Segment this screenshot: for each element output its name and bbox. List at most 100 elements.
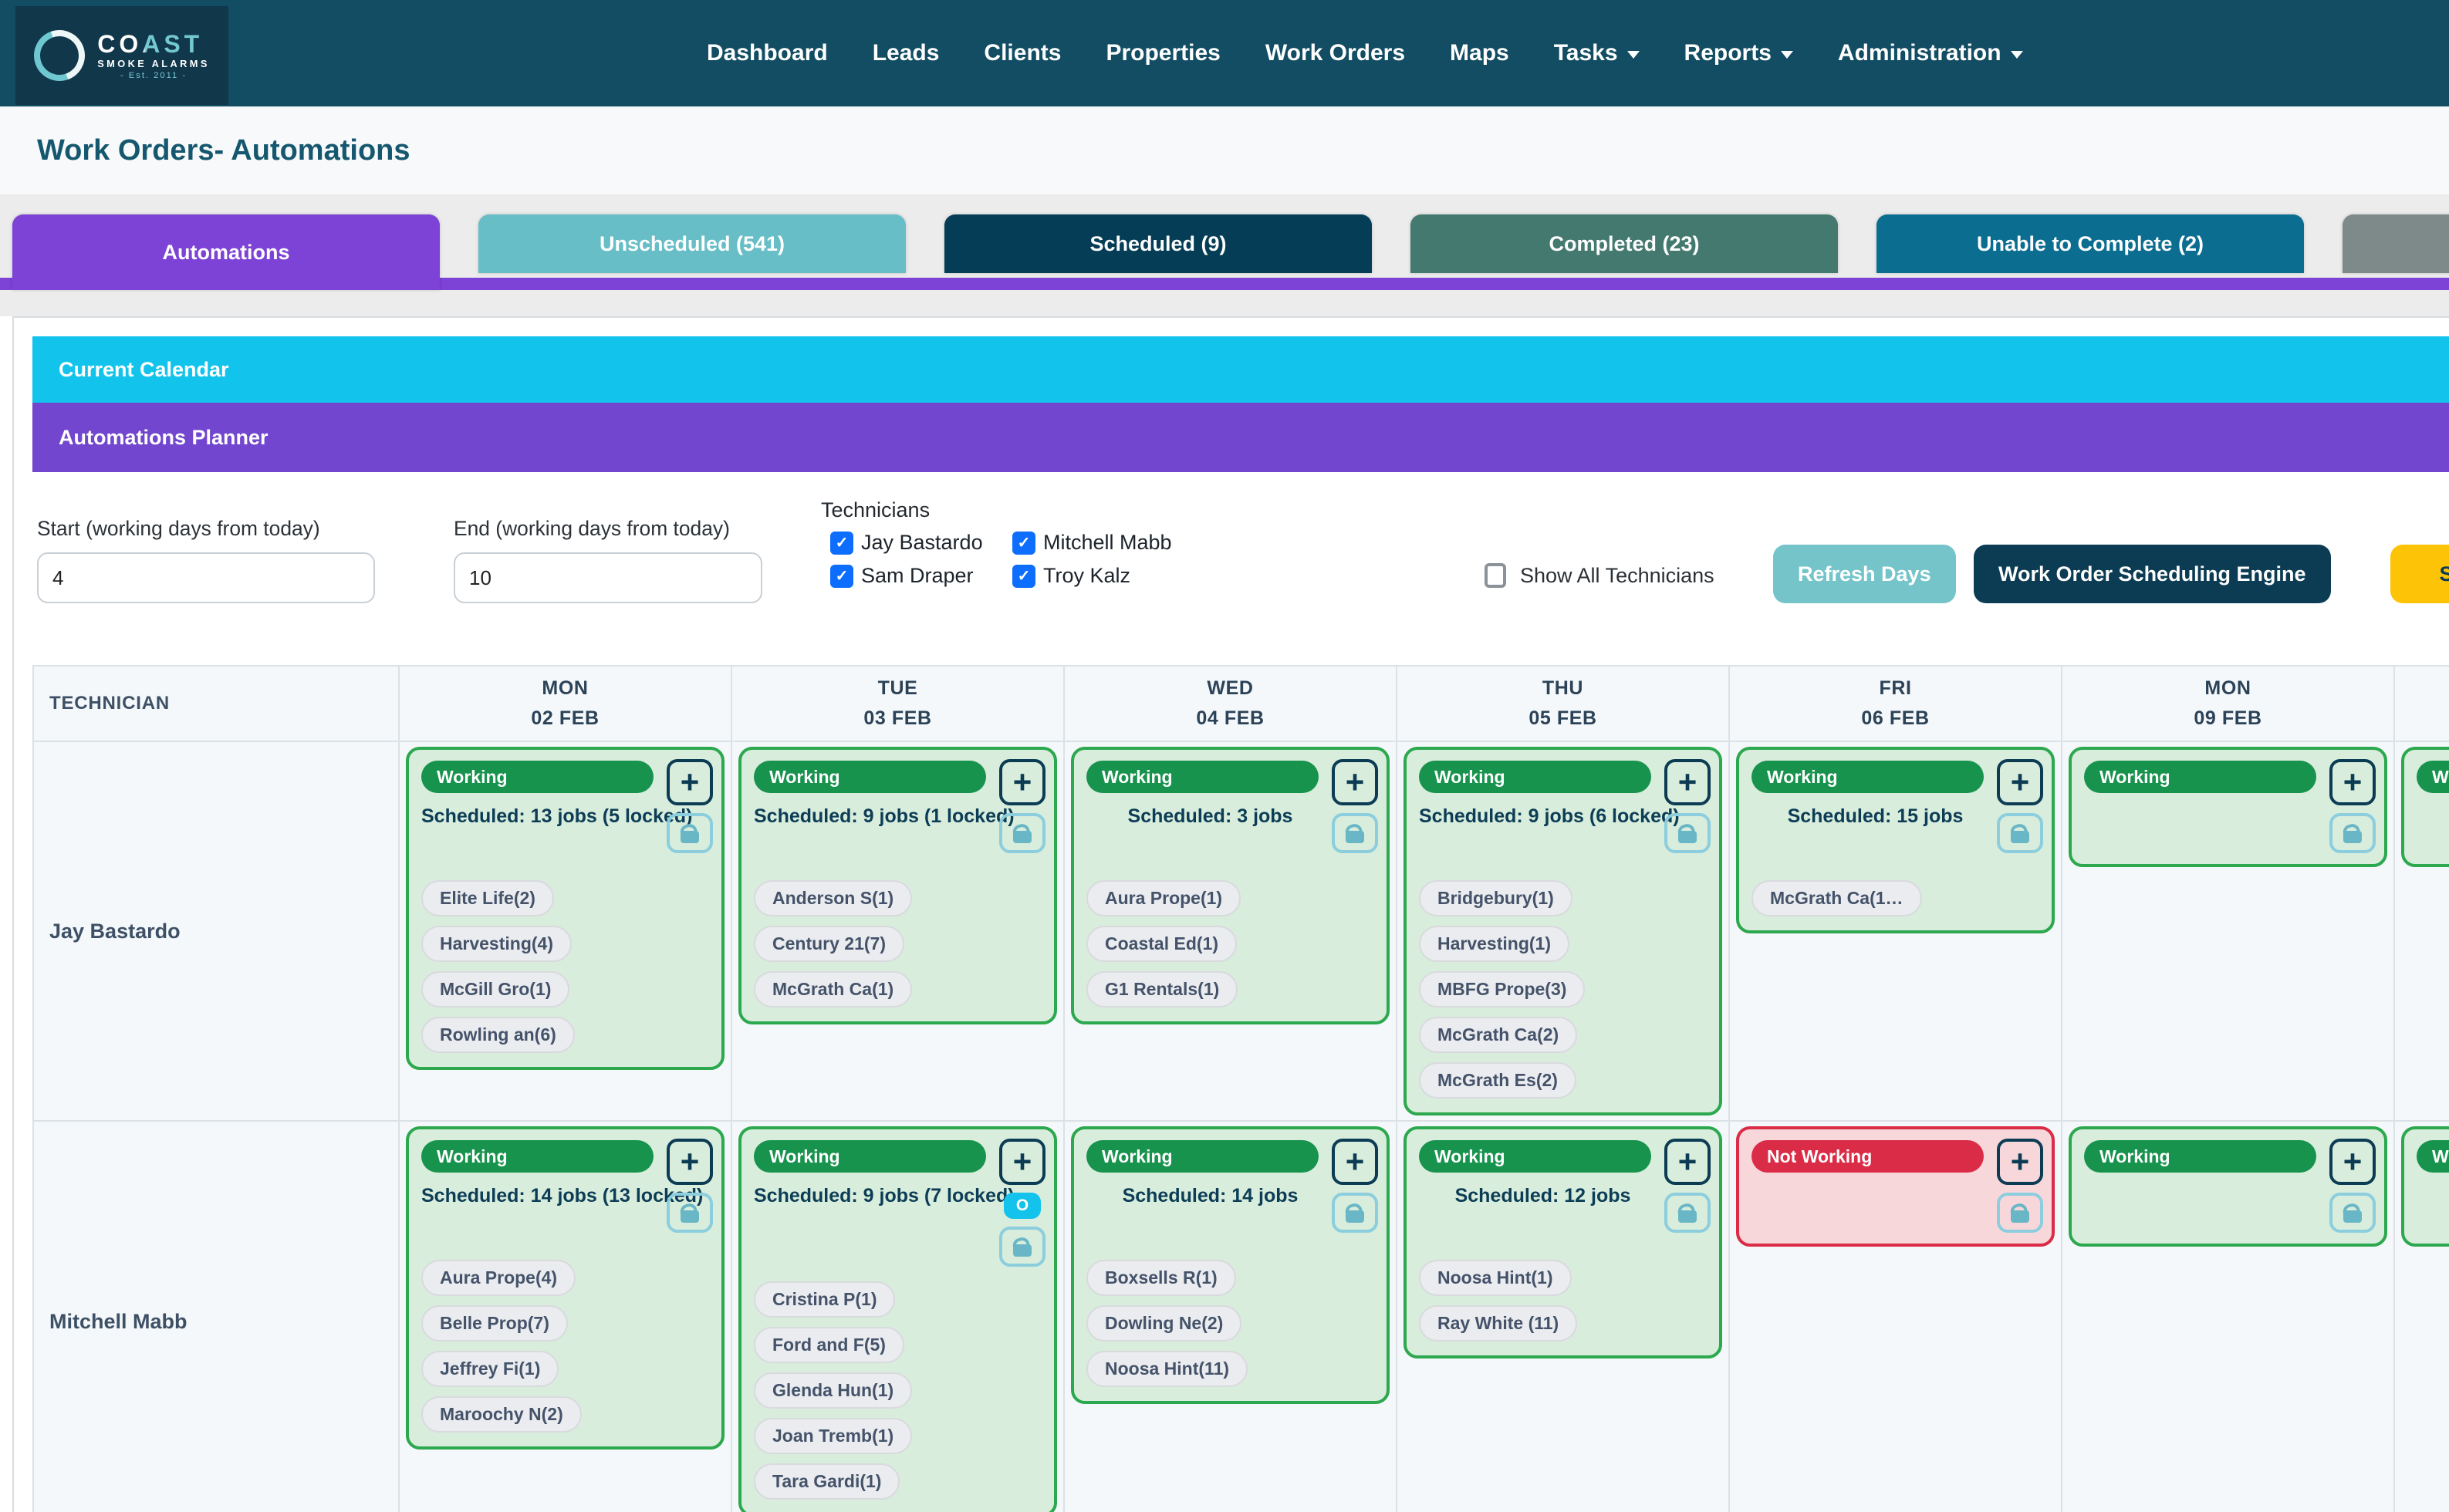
add-job-button[interactable]: + bbox=[2329, 759, 2376, 805]
add-job-button[interactable]: + bbox=[999, 1139, 1045, 1185]
working-day-card[interactable]: WorkingScheduled: 9 jobs (7 locked)+OCri… bbox=[738, 1126, 1057, 1512]
automations-planner-header[interactable]: Automations Planner bbox=[32, 403, 2449, 472]
technician-filter-mitchell-mabb[interactable]: ✓Mitchell Mabb bbox=[1012, 531, 1172, 555]
client-chip[interactable]: Maroochy N(2) bbox=[421, 1396, 582, 1433]
client-chip[interactable]: Glenda Hun(1) bbox=[754, 1372, 912, 1409]
add-job-button[interactable]: + bbox=[1997, 1139, 2043, 1185]
client-chip[interactable]: McGrath Ca(2) bbox=[1419, 1017, 1577, 1053]
client-chip[interactable]: McGill Gro(1) bbox=[421, 971, 569, 1007]
client-chip[interactable]: Century 21(7) bbox=[754, 926, 904, 962]
add-job-button[interactable]: + bbox=[1332, 1139, 1378, 1185]
working-day-card[interactable]: WorkingScheduled: 14 jobs (13 locked)+Au… bbox=[406, 1126, 725, 1450]
client-chip[interactable]: Aura Prope(4) bbox=[421, 1260, 576, 1296]
client-chip[interactable]: Coastal Ed(1) bbox=[1086, 926, 1237, 962]
unlock-day-button[interactable] bbox=[2329, 1193, 2376, 1233]
tab-scheduled-9[interactable]: Scheduled (9) bbox=[944, 214, 1372, 273]
working-day-card[interactable]: WorkingScheduled: 14 jobs+Boxsells R(1)D… bbox=[1071, 1126, 1390, 1404]
start-days-input[interactable] bbox=[37, 552, 375, 603]
client-chip[interactable]: Boxsells R(1) bbox=[1086, 1260, 1236, 1296]
technician-filter-sam-draper[interactable]: ✓Sam Draper bbox=[830, 564, 1012, 588]
nav-item-clients[interactable]: Clients bbox=[984, 40, 1061, 66]
current-calendar-header[interactable]: Current Calendar bbox=[32, 336, 2449, 403]
work-order-scheduling-engine-button[interactable]: Work Order Scheduling Engine bbox=[1974, 545, 2331, 603]
client-chip[interactable]: Joan Tremb(1) bbox=[754, 1418, 912, 1454]
add-job-button[interactable]: + bbox=[667, 1139, 713, 1185]
coast-logo[interactable]: COAST SMOKE ALARMS - Est. 2011 - bbox=[15, 6, 228, 105]
client-chip[interactable]: G1 Rentals(1) bbox=[1086, 971, 1238, 1007]
working-day-card[interactable]: Working+ bbox=[2401, 747, 2449, 867]
add-job-button[interactable]: + bbox=[999, 759, 1045, 805]
not-working-day-card[interactable]: Not Working+ bbox=[1736, 1126, 2055, 1247]
tab-unable-to-complete-2[interactable]: Unable to Complete (2) bbox=[1876, 214, 2304, 273]
unlock-day-button[interactable] bbox=[1664, 1193, 1711, 1233]
nav-item-leads[interactable]: Leads bbox=[873, 40, 940, 66]
tab-completed-23[interactable]: Completed (23) bbox=[1410, 214, 1838, 273]
working-day-card[interactable]: Working+ bbox=[2069, 1126, 2387, 1247]
client-chip[interactable]: McGrath Es(2) bbox=[1419, 1062, 1576, 1099]
working-day-card[interactable]: WorkingScheduled: 13 jobs (5 locked)+Eli… bbox=[406, 747, 725, 1070]
tab-automations[interactable]: Automations bbox=[12, 214, 440, 290]
unlock-day-button[interactable] bbox=[1997, 1193, 2043, 1233]
client-chip[interactable]: Cristina P(1) bbox=[754, 1281, 895, 1318]
client-chip[interactable]: Aura Prope(1) bbox=[1086, 880, 1241, 916]
add-job-button[interactable]: + bbox=[2329, 1139, 2376, 1185]
nav-item-maps[interactable]: Maps bbox=[1450, 40, 1509, 66]
client-chip[interactable]: MBFG Prope(3) bbox=[1419, 971, 1585, 1007]
client-chip[interactable]: Ford and F(5) bbox=[754, 1327, 904, 1363]
client-chip[interactable]: Belle Prop(7) bbox=[421, 1305, 568, 1342]
checkbox-unchecked-icon[interactable] bbox=[1485, 563, 1506, 588]
tab-unscheduled-541[interactable]: Unscheduled (541) bbox=[478, 214, 906, 273]
checkbox-checked-icon[interactable]: ✓ bbox=[1012, 565, 1035, 588]
technician-filter-troy-kalz[interactable]: ✓Troy Kalz bbox=[1012, 564, 1172, 588]
unlock-day-button[interactable] bbox=[999, 813, 1045, 853]
checkbox-checked-icon[interactable]: ✓ bbox=[1012, 532, 1035, 555]
client-chip[interactable]: Jeffrey Fi(1) bbox=[421, 1351, 559, 1387]
add-job-button[interactable]: + bbox=[1332, 759, 1378, 805]
client-chip[interactable]: McGrath Ca(1) bbox=[754, 971, 912, 1007]
refresh-days-button[interactable]: Refresh Days bbox=[1773, 545, 1956, 603]
unlock-day-button[interactable] bbox=[667, 813, 713, 853]
client-chip[interactable]: Noosa Hint(11) bbox=[1086, 1351, 1248, 1387]
working-day-card[interactable]: WorkingScheduled: 3 jobs+Aura Prope(1)Co… bbox=[1071, 747, 1390, 1024]
tab-partial[interactable] bbox=[2343, 214, 2449, 273]
nav-item-dashboard[interactable]: Dashboard bbox=[707, 40, 828, 66]
working-day-card[interactable]: WorkingScheduled: 12 jobs+Noosa Hint(1)R… bbox=[1404, 1126, 1722, 1358]
client-chip[interactable]: Noosa Hint(1) bbox=[1419, 1260, 1572, 1296]
nav-item-work-orders[interactable]: Work Orders bbox=[1265, 40, 1405, 66]
working-day-card[interactable]: WorkingScheduled: 9 jobs (6 locked)+Brid… bbox=[1404, 747, 1722, 1115]
add-job-button[interactable]: + bbox=[1664, 759, 1711, 805]
client-chip[interactable]: Dowling Ne(2) bbox=[1086, 1305, 1241, 1342]
unlock-day-button[interactable] bbox=[999, 1227, 1045, 1267]
client-chip[interactable]: Harvesting(1) bbox=[1419, 926, 1569, 962]
unlock-day-button[interactable] bbox=[1664, 813, 1711, 853]
working-day-card[interactable]: Working+ bbox=[2069, 747, 2387, 867]
nav-item-reports[interactable]: Reports bbox=[1684, 40, 1793, 66]
unlock-day-button[interactable] bbox=[1997, 813, 2043, 853]
unlock-day-button[interactable] bbox=[2329, 813, 2376, 853]
technician-filter-jay-bastardo[interactable]: ✓Jay Bastardo bbox=[830, 531, 1012, 555]
sync-button[interactable]: Sy bbox=[2390, 545, 2449, 603]
add-job-button[interactable]: + bbox=[1997, 759, 2043, 805]
client-chip[interactable]: Elite Life(2) bbox=[421, 880, 554, 916]
working-day-card[interactable]: Working+ bbox=[2401, 1126, 2449, 1247]
nav-item-properties[interactable]: Properties bbox=[1106, 40, 1220, 66]
unlock-day-button[interactable] bbox=[1332, 813, 1378, 853]
add-job-button[interactable]: + bbox=[667, 759, 713, 805]
client-chip[interactable]: Anderson S(1) bbox=[754, 880, 912, 916]
nav-item-administration[interactable]: Administration bbox=[1838, 40, 2023, 66]
client-chip[interactable]: Tara Gardi(1) bbox=[754, 1463, 900, 1500]
client-chip[interactable]: Rowling an(6) bbox=[421, 1017, 575, 1053]
checkbox-checked-icon[interactable]: ✓ bbox=[830, 532, 853, 555]
unlock-day-button[interactable] bbox=[1332, 1193, 1378, 1233]
add-job-button[interactable]: + bbox=[1664, 1139, 1711, 1185]
show-all-technicians-checkbox[interactable]: Show All Technicians bbox=[1485, 563, 1714, 588]
client-chip[interactable]: McGrath Ca(1… bbox=[1751, 880, 1922, 916]
working-day-card[interactable]: WorkingScheduled: 9 jobs (1 locked)+Ande… bbox=[738, 747, 1057, 1024]
unlock-day-button[interactable] bbox=[667, 1193, 713, 1233]
end-days-input[interactable] bbox=[454, 552, 762, 603]
client-chip[interactable]: Bridgebury(1) bbox=[1419, 880, 1572, 916]
checkbox-checked-icon[interactable]: ✓ bbox=[830, 565, 853, 588]
client-chip[interactable]: Harvesting(4) bbox=[421, 926, 572, 962]
working-day-card[interactable]: WorkingScheduled: 15 jobs+McGrath Ca(1… bbox=[1736, 747, 2055, 933]
client-chip[interactable]: Ray White (11) bbox=[1419, 1305, 1577, 1342]
